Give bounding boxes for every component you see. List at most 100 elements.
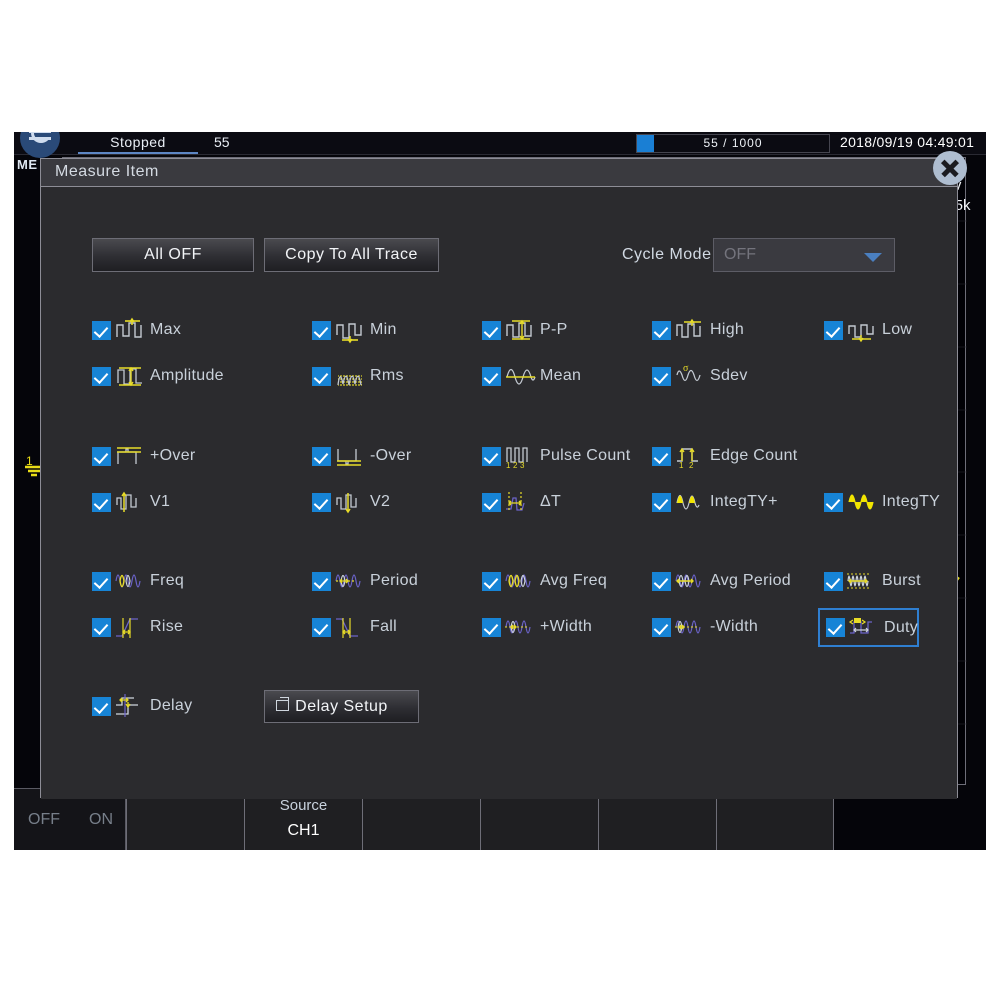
checkbox-avg-period[interactable] bbox=[652, 571, 671, 591]
item-mean[interactable]: Mean bbox=[482, 361, 581, 391]
item-burst[interactable]: Burst bbox=[824, 566, 921, 596]
item-amplitude[interactable]: Amplitude bbox=[92, 361, 224, 391]
item-plus-over[interactable]: +Over bbox=[92, 441, 196, 471]
item-avg-freq[interactable]: Avg Freq bbox=[482, 566, 607, 596]
all-off-button[interactable]: All OFF bbox=[92, 238, 254, 272]
minus-width-icon bbox=[674, 614, 708, 640]
checkbox-high[interactable] bbox=[652, 320, 671, 340]
item-delay[interactable]: Delay bbox=[92, 691, 192, 721]
checkbox-plus-width[interactable] bbox=[482, 617, 501, 637]
softkey-source-title: Source bbox=[279, 797, 328, 814]
item-avg-period[interactable]: Avg Period bbox=[652, 566, 791, 596]
item-high[interactable]: High bbox=[652, 315, 744, 345]
item-max[interactable]: Max bbox=[92, 315, 181, 345]
item-min[interactable]: Min bbox=[312, 315, 397, 345]
item-minus-over[interactable]: -Over bbox=[312, 441, 412, 471]
item-label: Sdev bbox=[710, 367, 748, 384]
checkbox-fall[interactable] bbox=[312, 617, 331, 637]
checkbox-pulse-count[interactable] bbox=[482, 446, 501, 466]
checkbox-rms[interactable] bbox=[312, 366, 331, 386]
item-label: V1 bbox=[150, 493, 171, 510]
checkbox-plus-over[interactable] bbox=[92, 446, 111, 466]
datetime-label: 2018/09/19 04:49:01 bbox=[840, 134, 975, 150]
item-sdev[interactable]: σ Sdev bbox=[652, 361, 748, 391]
item-v2[interactable]: V2 bbox=[312, 487, 390, 517]
checkbox-rise[interactable] bbox=[92, 617, 111, 637]
item-delta-t[interactable]: ΔT bbox=[482, 487, 561, 517]
delay-setup-label: Delay Setup bbox=[295, 697, 388, 715]
checkbox-minus-width[interactable] bbox=[652, 617, 671, 637]
item-label: V2 bbox=[370, 493, 391, 510]
checkbox-minus-over[interactable] bbox=[312, 446, 331, 466]
close-icon[interactable] bbox=[933, 151, 967, 185]
checkbox-max[interactable] bbox=[92, 320, 111, 340]
item-pulse-count[interactable]: 1 2 3 Pulse Count bbox=[482, 441, 630, 471]
item-label: IntegTY bbox=[882, 493, 941, 510]
item-label: Mean bbox=[540, 367, 582, 384]
checkbox-mean[interactable] bbox=[482, 366, 501, 386]
pulse-count-icon: 1 2 3 bbox=[504, 443, 538, 470]
item-label: +Over bbox=[150, 447, 196, 464]
amplitude-icon bbox=[114, 363, 148, 389]
checkbox-avg-freq[interactable] bbox=[482, 571, 501, 591]
v1-icon bbox=[114, 489, 148, 515]
delay-setup-button[interactable]: Delay Setup bbox=[264, 690, 419, 723]
item-plus-width[interactable]: +Width bbox=[482, 612, 592, 642]
checkbox-delta-t[interactable] bbox=[482, 492, 501, 512]
checkbox-min[interactable] bbox=[312, 320, 331, 340]
item-v1[interactable]: V1 bbox=[92, 487, 170, 517]
item-minus-width[interactable]: -Width bbox=[652, 612, 758, 642]
duty-icon bbox=[848, 615, 882, 641]
checkbox-freq[interactable] bbox=[92, 571, 111, 591]
item-fall[interactable]: Fall bbox=[312, 612, 397, 642]
checkbox-low[interactable] bbox=[824, 320, 843, 340]
item-label: Burst bbox=[882, 572, 921, 589]
delay-icon bbox=[114, 693, 148, 719]
item-label: Low bbox=[882, 321, 913, 338]
minus-over-icon bbox=[334, 443, 368, 469]
item-edge-count[interactable]: 1 2 Edge Count bbox=[652, 441, 798, 471]
cycle-mode-select[interactable]: OFF bbox=[713, 238, 895, 272]
item-label: Delay bbox=[150, 697, 193, 714]
plus-width-icon bbox=[504, 614, 538, 640]
avg-period-icon bbox=[674, 568, 708, 594]
sdev-icon: σ bbox=[674, 363, 708, 389]
checkbox-v1[interactable] bbox=[92, 492, 111, 512]
checkbox-v2[interactable] bbox=[312, 492, 331, 512]
item-duty[interactable]: Duty bbox=[818, 608, 919, 647]
item-label: IntegTY+ bbox=[710, 493, 778, 510]
item-low[interactable]: Low bbox=[824, 315, 912, 345]
checkbox-pp[interactable] bbox=[482, 320, 501, 340]
checkbox-amplitude[interactable] bbox=[92, 366, 111, 386]
checkbox-delay[interactable] bbox=[92, 696, 111, 716]
item-rise[interactable]: Rise bbox=[92, 612, 183, 642]
checkbox-edge-count[interactable] bbox=[652, 446, 671, 466]
item-period[interactable]: Period bbox=[312, 566, 418, 596]
dialog-titlebar: Measure Item bbox=[41, 159, 957, 187]
status-bar: Stopped 55 55 / 1000 2018/09/19 04:49:01 bbox=[14, 132, 986, 155]
delta-t-icon bbox=[504, 489, 538, 515]
copy-to-all-trace-button[interactable]: Copy To All Trace bbox=[264, 238, 439, 272]
item-label: Duty bbox=[884, 618, 919, 636]
checkbox-burst[interactable] bbox=[824, 571, 843, 591]
checkbox-integty-plus[interactable] bbox=[652, 492, 671, 512]
rms-icon bbox=[334, 363, 368, 389]
mean-icon bbox=[504, 363, 538, 389]
item-pp[interactable]: P-P bbox=[482, 315, 568, 345]
svg-text:3: 3 bbox=[520, 461, 525, 470]
item-label: Rms bbox=[370, 367, 404, 384]
item-label: P-P bbox=[540, 321, 568, 338]
checkbox-duty[interactable] bbox=[826, 618, 845, 637]
max-icon bbox=[114, 317, 148, 343]
item-integty-plus[interactable]: IntegTY+ bbox=[652, 487, 778, 517]
checkbox-period[interactable] bbox=[312, 571, 331, 591]
pp-icon bbox=[504, 317, 538, 343]
measure-mode-label: ME bbox=[17, 157, 38, 172]
item-label: Max bbox=[150, 321, 182, 338]
item-integty[interactable]: IntegTY bbox=[824, 487, 940, 517]
checkbox-integty[interactable] bbox=[824, 492, 843, 512]
v2-icon bbox=[334, 489, 368, 515]
checkbox-sdev[interactable] bbox=[652, 366, 671, 386]
item-freq[interactable]: Freq bbox=[92, 566, 184, 596]
item-rms[interactable]: Rms bbox=[312, 361, 404, 391]
